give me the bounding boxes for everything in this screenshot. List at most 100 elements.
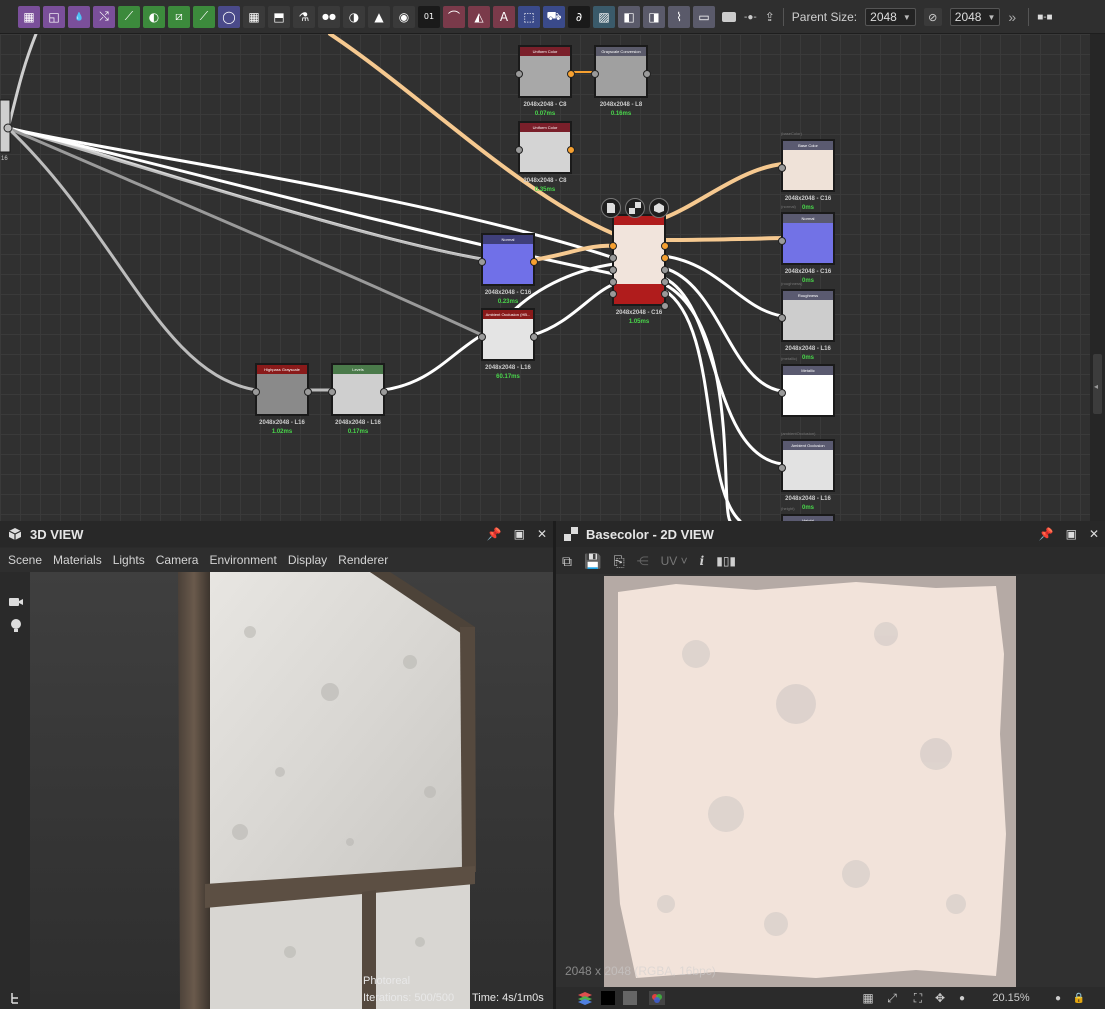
node-port[interactable] [515, 145, 523, 154]
node-port[interactable] [567, 145, 575, 154]
chevron-left-icon[interactable]: ◂ [1094, 382, 1098, 391]
pixel-processor-icon[interactable]: ∂ [568, 5, 590, 28]
node-port[interactable] [530, 257, 538, 266]
color-wheel-icon[interactable]: ◉ [393, 5, 415, 28]
info-icon[interactable]: i [700, 554, 705, 568]
bitmap-icon[interactable]: ▦ [18, 5, 40, 28]
node-port[interactable] [530, 332, 538, 341]
node-port[interactable] [778, 388, 786, 397]
node-out-height[interactable]: (height) Height [781, 506, 835, 521]
fx-map-icon[interactable]: ▨ [593, 5, 615, 28]
pin-node-icon[interactable]: -●- [744, 12, 757, 23]
menu-scene[interactable]: Scene [8, 553, 42, 567]
text-icon[interactable]: 💧 [68, 5, 90, 28]
layers-icon[interactable] [574, 990, 596, 1006]
menu-environment[interactable]: Environment [209, 553, 276, 567]
color-channels-icon[interactable] [648, 990, 666, 1006]
document-icon[interactable] [601, 198, 621, 218]
gradient-icon[interactable]: ⌒ [443, 5, 465, 28]
node-port[interactable] [661, 266, 669, 274]
scene-tree-icon[interactable] [8, 990, 24, 1006]
transform-icon[interactable]: ⤭ [93, 5, 115, 28]
node-port[interactable] [609, 266, 617, 274]
node-port[interactable] [304, 387, 312, 396]
cube-icon[interactable] [649, 198, 669, 218]
view-mode-icon[interactable]: ⧉ [562, 553, 572, 570]
node-port[interactable] [661, 302, 669, 310]
pin-icon[interactable]: 📌 [487, 527, 502, 541]
node-port[interactable] [609, 290, 617, 298]
sharpen-icon[interactable]: ▦ [243, 5, 265, 28]
node-port[interactable] [567, 69, 575, 78]
node-out-rough[interactable]: (roughness) Roughness 2048x2048 - L16 0ms [778, 281, 835, 361]
node-port[interactable] [609, 254, 617, 262]
close-icon[interactable]: ✕ [1089, 527, 1099, 541]
pan-icon[interactable]: ✥ [932, 990, 948, 1006]
node-port[interactable] [380, 387, 388, 396]
node-port[interactable] [778, 463, 786, 472]
copy-icon[interactable]: ⎘ [613, 553, 624, 570]
more-tools-button[interactable]: » [1008, 9, 1016, 25]
checker-icon[interactable] [625, 198, 645, 218]
mirror-icon[interactable]: ◭ [468, 5, 490, 28]
output-icon[interactable]: ◨ [643, 5, 665, 28]
viewport-2d[interactable]: 2048 x 2048 (RGBA, 16bpc) [556, 574, 1105, 987]
motion-blur-icon[interactable]: ●● [318, 5, 340, 28]
node-out-base[interactable]: (baseColor) Base Color 2048x2048 - C16 0ms [778, 131, 835, 211]
light-bulb-icon[interactable] [8, 618, 24, 634]
frame-icon[interactable]: ▭ [693, 5, 715, 28]
maximize-icon[interactable]: ▣ [1066, 527, 1077, 541]
node-out-normal[interactable]: (normal) Normal 2048x2048 - C16 0ms [778, 204, 835, 284]
menu-renderer[interactable]: Renderer [338, 553, 388, 567]
node-port[interactable] [609, 242, 617, 250]
lock-icon[interactable]: 🔒 [1072, 990, 1086, 1006]
node-port[interactable] [661, 278, 669, 286]
node-port[interactable] [328, 387, 336, 396]
uv-toggle[interactable]: UV ˅ [661, 554, 688, 568]
node-port[interactable] [661, 290, 669, 298]
close-icon[interactable]: ✕ [537, 527, 547, 541]
node-ao-hbao[interactable]: Ambient Occlusion (HB... 2048x2048 - L16 6… [478, 308, 538, 380]
hsl-icon[interactable]: ◑ [343, 5, 365, 28]
node-port[interactable] [515, 69, 523, 78]
node-port[interactable] [609, 278, 617, 286]
zoom-level[interactable]: 20.15% [976, 990, 1046, 1006]
histogram-icon[interactable]: ▮▯▮ [716, 554, 736, 568]
node-port[interactable] [778, 236, 786, 245]
blend-icon[interactable]: ⟋ [193, 5, 215, 28]
fit-icon[interactable]: ⤢ [884, 990, 900, 1006]
background-color-swatch[interactable] [600, 990, 616, 1006]
node-uniform1[interactable]: Uniform Color 2048x2048 - C8 0.07ms [515, 45, 575, 117]
input-icon[interactable]: ◧ [618, 5, 640, 28]
comment-icon[interactable] [722, 12, 736, 22]
graph-connect-icon[interactable]: ■-■ [1037, 12, 1052, 23]
camera-icon[interactable] [8, 594, 24, 610]
pin-icon[interactable]: 📌 [1039, 527, 1054, 541]
save-icon[interactable]: 💾 [584, 553, 601, 570]
node-port[interactable] [643, 69, 651, 78]
node-port[interactable] [661, 242, 669, 250]
menu-camera[interactable]: Camera [156, 553, 199, 567]
node-normal[interactable]: Normal 2048x2048 - C16 0.23ms [478, 233, 538, 305]
node-port[interactable] [478, 257, 486, 266]
graph-scrollbar[interactable]: ◂ [1090, 34, 1105, 521]
channel-gray-icon[interactable] [622, 990, 638, 1006]
noise-icon[interactable]: 01 [418, 5, 440, 28]
menu-materials[interactable]: Materials [53, 553, 102, 567]
crop-icon[interactable]: ⬚ [518, 5, 540, 28]
output-port[interactable] [3, 123, 13, 133]
zoom-out-icon[interactable]: ● [956, 990, 968, 1006]
svg-icon[interactable]: ◱ [43, 5, 65, 28]
menu-display[interactable]: Display [288, 553, 327, 567]
node-highpass[interactable]: Highpass Grayscale 2048x2048 - L16 1.02ms [252, 363, 312, 435]
fill-icon[interactable]: ⬒ [268, 5, 290, 28]
node-port[interactable] [661, 254, 669, 262]
text-tool-icon[interactable]: A [493, 5, 515, 28]
output-size-select[interactable]: 2048 ▼ [949, 8, 1001, 26]
function-icon[interactable]: ⌇ [668, 5, 690, 28]
node-out-ao[interactable]: (ambientOcclusion) Ambient Occlusion 2048x… [778, 431, 835, 511]
node-out-metal[interactable]: (metallic) Metallic [778, 356, 835, 417]
paint-icon[interactable]: ⛟ [543, 5, 565, 28]
viewport-3d[interactable]: Photoreal Iterations: 500/500 Time: 4s/1… [30, 572, 553, 1009]
export-icon[interactable]: ⇪ [765, 10, 775, 24]
